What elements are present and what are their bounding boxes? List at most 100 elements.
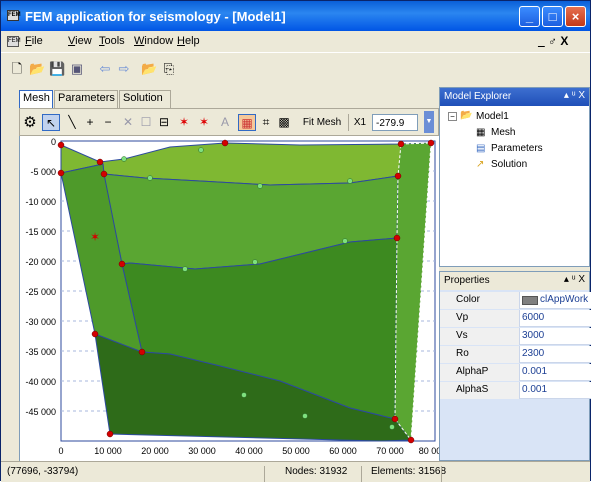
maximize-button[interactable]: □ [542, 6, 563, 27]
export-icon[interactable]: ⎘ [161, 61, 177, 77]
y-tick-label: -15 000 [25, 227, 56, 237]
mesh-plot[interactable]: ✶ 0 -5 000 -10 000 -15 000 -20 000 -25 0… [20, 136, 441, 461]
tab-mesh[interactable]: Mesh [19, 90, 53, 108]
mesh-node [100, 170, 108, 178]
title-bar[interactable]: FEM FEM application for seismology - [Mo… [1, 1, 590, 31]
mesh-node [221, 139, 229, 147]
add-point-line-icon[interactable]: + [82, 114, 98, 131]
new-file-icon[interactable]: 🗋 [9, 61, 25, 77]
property-row-ro[interactable]: Ro 2300 [440, 346, 591, 363]
elements-count: Elements: 31568 [371, 466, 447, 477]
property-value[interactable]: 0.001 [522, 384, 590, 395]
y-tick-label: -10 000 [25, 197, 56, 207]
mesh-fill-icon[interactable]: ▩ [276, 114, 292, 131]
grid-view-icon[interactable]: ▦ [238, 114, 256, 131]
fem-app-icon[interactable]: FEM [7, 10, 21, 21]
tree-item-parameters[interactable]: Parameters [491, 143, 543, 154]
mesh-node [347, 178, 353, 184]
draw-line-icon[interactable]: ╲ [64, 114, 80, 131]
tree-item-solution[interactable]: Solution [491, 159, 527, 170]
y-tick-label: -45 000 [25, 407, 56, 417]
mesh-node [342, 238, 348, 244]
save-all-icon[interactable]: ▣ [69, 61, 85, 77]
y-tick-label: -30 000 [25, 317, 56, 327]
tab-solution[interactable]: Solution [119, 90, 171, 108]
tree-item-mesh[interactable]: Mesh [491, 127, 515, 138]
x1-value-field[interactable]: -279.9 [372, 114, 418, 131]
minimize-button[interactable]: _ [519, 6, 540, 27]
save-icon[interactable]: 💾 [49, 61, 65, 77]
property-row-color[interactable]: Color clAppWork [440, 292, 591, 309]
color-swatch [522, 296, 538, 305]
x-tick-label: 50 000 [282, 446, 310, 456]
mesh-node [393, 234, 401, 242]
property-value[interactable]: 0.001 [522, 366, 590, 377]
toolbar-overflow-icon[interactable]: ▼ [424, 111, 434, 133]
x-tick-label: 0 [58, 446, 63, 456]
property-value[interactable]: 3000 [522, 330, 590, 341]
mesh-grid-icon: ▦ [476, 127, 486, 138]
mesh-editor-canvas[interactable]: ✶ 0 -5 000 -10 000 -15 000 -20 000 -25 0… [19, 136, 441, 461]
property-value[interactable]: clAppWork [540, 294, 591, 305]
property-row-vp[interactable]: Vp 6000 [440, 310, 591, 327]
x-tick-label: 40 000 [235, 446, 263, 456]
panel-pin-close-icons[interactable]: ▴ ᵘ X [564, 274, 585, 285]
mesh-settings-icon[interactable]: ⚙ [22, 114, 38, 131]
menu-tools[interactable]: Tools [99, 35, 125, 47]
open-folder-icon[interactable]: 📂 [29, 61, 45, 77]
forward-arrow-icon[interactable]: ⇨ [116, 61, 132, 77]
mesh-node [391, 415, 399, 423]
fit-mesh-button[interactable]: Fit Mesh [298, 114, 346, 131]
add-node-icon[interactable]: ✶ [176, 114, 192, 131]
back-arrow-icon[interactable]: ⇦ [97, 61, 113, 77]
y-tick-label: -40 000 [25, 377, 56, 387]
model-explorer-title: Model Explorer [444, 91, 512, 102]
mdi-controls[interactable]: _ ♂ X [538, 34, 568, 48]
property-row-alphap[interactable]: AlphaP 0.001 [440, 364, 591, 381]
app-window: FEM FEM application for seismology - [Mo… [0, 0, 591, 482]
mesh-node [394, 172, 402, 180]
tab-parameters[interactable]: Parameters [54, 90, 118, 108]
text-icon[interactable]: A [218, 114, 232, 131]
mesh-node [57, 141, 65, 149]
menu-file[interactable]: File [25, 35, 43, 47]
panel-pin-close-icons[interactable]: ▴ ᵘ X [564, 90, 585, 101]
x-tick-label: 20 000 [141, 446, 169, 456]
model-explorer-panel: Model Explorer ▴ ᵘ X − 📂 Model1 ▦ Mesh ▤… [439, 87, 590, 267]
model-folder-icon: 📂 [460, 110, 473, 121]
mesh-node [57, 169, 65, 177]
y-tick-label: -5 000 [30, 167, 56, 177]
solution-chart-icon: ↗ [476, 159, 485, 170]
cursor-coordinates: (77696, -33794) [7, 466, 79, 477]
mesh-node [252, 259, 258, 265]
x-tick-label: 80 00 [419, 446, 440, 456]
parameters-doc-icon: ▤ [476, 143, 486, 154]
menu-bar: FEM File View Tools Window Help _ ♂ X [1, 31, 590, 52]
document-icon[interactable]: FEM [7, 36, 21, 47]
delete-icon[interactable]: ✕ [120, 114, 136, 131]
property-row-alphas[interactable]: AlphaS 0.001 [440, 382, 591, 399]
x-tick-label: 10 000 [94, 446, 122, 456]
menu-help[interactable]: Help [177, 35, 200, 47]
x-tick-label: 60 000 [329, 446, 357, 456]
property-name: Ro [440, 346, 520, 363]
menu-view[interactable]: View [68, 35, 92, 47]
remove-node-icon[interactable]: ✶ [196, 114, 212, 131]
remove-point-line-icon[interactable]: − [100, 114, 116, 131]
pointer-select-icon[interactable]: ↖ [42, 114, 60, 131]
collapse-toggle-icon[interactable]: − [448, 112, 457, 121]
region-icon[interactable]: ⊟ [156, 114, 172, 131]
property-value[interactable]: 6000 [522, 312, 590, 323]
close-button[interactable]: × [565, 6, 586, 27]
menu-window[interactable]: Window [134, 35, 173, 47]
import-icon[interactable]: 📂 [141, 61, 157, 77]
tree-item-model1[interactable]: Model1 [476, 111, 509, 122]
rectangle-icon[interactable]: ☐ [138, 114, 154, 131]
property-value[interactable]: 2300 [522, 348, 590, 359]
zoom-region-icon[interactable]: ⌗ [258, 114, 274, 131]
property-name: AlphaS [440, 382, 520, 399]
property-row-vs[interactable]: Vs 3000 [440, 328, 591, 345]
y-tick-label: -25 000 [25, 287, 56, 297]
model-explorer-title-bar[interactable]: Model Explorer ▴ ᵘ X [440, 88, 589, 106]
properties-title-bar[interactable]: Properties ▴ ᵘ X [440, 272, 589, 290]
